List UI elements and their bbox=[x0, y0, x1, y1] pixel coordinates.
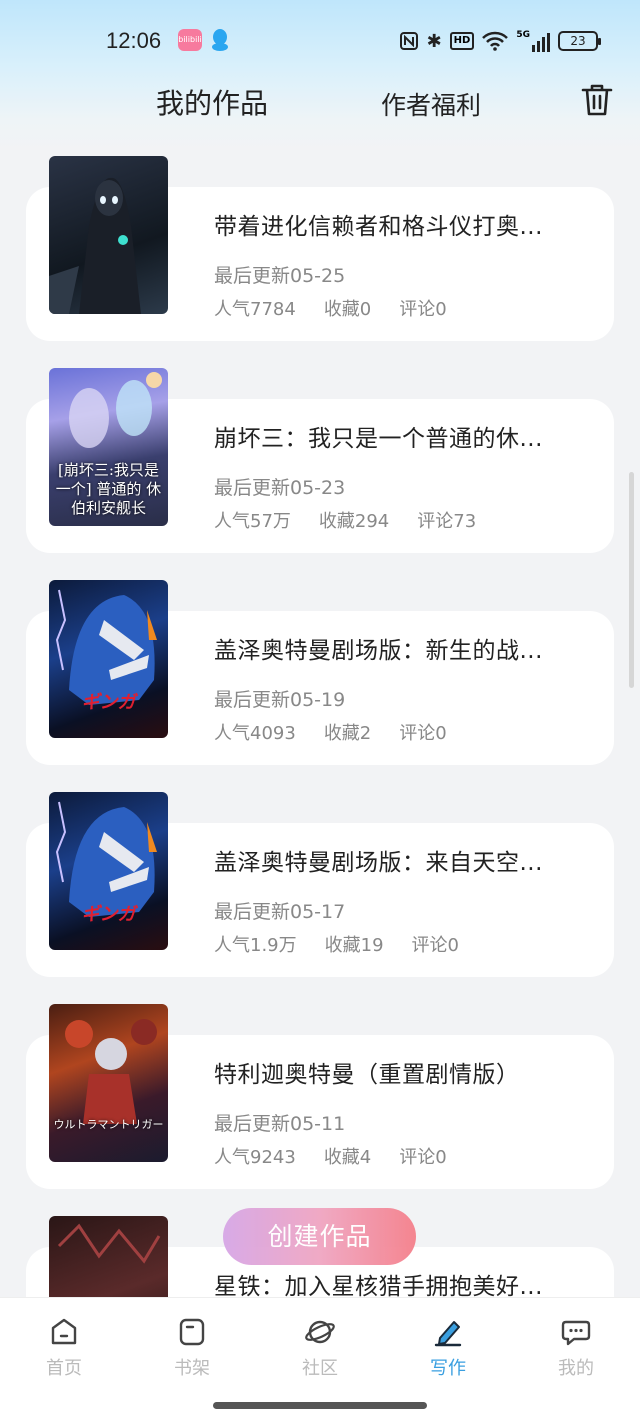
work-stats: 人气9243 收藏4 评论0 bbox=[214, 1143, 475, 1169]
status-bar: 12:06 bilibili ✱ HD 5G 23 bbox=[0, 0, 640, 80]
battery-icon: 23 bbox=[558, 31, 601, 51]
work-favorites: 收藏4 bbox=[323, 1147, 372, 1168]
tab-author-welfare[interactable]: 作者福利 bbox=[381, 86, 481, 122]
work-popularity: 人气1.9万 bbox=[214, 935, 297, 956]
bluetooth-icon: ✱ bbox=[426, 30, 442, 52]
cover-art bbox=[49, 177, 141, 314]
work-title: 盖泽奥特曼剧场版：新生的战... bbox=[214, 638, 543, 664]
work-stats: 人气7784 收藏0 评论0 bbox=[214, 295, 475, 321]
work-stats: 人气57万 收藏294 评论73 bbox=[214, 507, 504, 533]
pen-icon bbox=[434, 1321, 462, 1347]
work-favorites: 收藏294 bbox=[318, 511, 390, 532]
home-indicator[interactable] bbox=[213, 1402, 427, 1409]
work-title: 崩坏三：我只是一个普通的休... bbox=[214, 426, 543, 452]
tab-my-works[interactable]: 我的作品 bbox=[156, 82, 268, 122]
nfc-icon bbox=[399, 32, 418, 50]
work-title: 盖泽奥特曼剧场版：来自天空... bbox=[214, 850, 543, 876]
work-updated: 最后更新05-25 bbox=[214, 265, 346, 287]
work-comments: 评论0 bbox=[399, 723, 447, 744]
home-icon bbox=[51, 1318, 77, 1345]
status-icons: ✱ HD 5G 23 bbox=[399, 28, 601, 54]
work-comments: 评论73 bbox=[417, 511, 477, 532]
scrollbar[interactable] bbox=[629, 472, 634, 688]
create-work-button[interactable]: 创建作品 bbox=[223, 1208, 416, 1265]
nav-item-mine[interactable]: 我的 bbox=[536, 1316, 616, 1380]
signal-icon: 5G bbox=[516, 30, 550, 52]
nav-label: 社区 bbox=[302, 1358, 338, 1379]
nav-item-bookshelf[interactable]: 书架 bbox=[152, 1316, 232, 1380]
work-cover[interactable]: ギンガ bbox=[49, 580, 168, 738]
cover-title: ギンガ bbox=[81, 904, 136, 925]
work-title: 星铁：加入星核猎手拥抱美好... bbox=[214, 1274, 543, 1300]
work-popularity: 人气4093 bbox=[214, 723, 296, 744]
network-type: 5G bbox=[516, 30, 530, 40]
status-time: 12:06 bbox=[106, 28, 162, 53]
work-favorites: 收藏19 bbox=[324, 935, 384, 956]
chat-bubble-icon bbox=[561, 1320, 591, 1346]
work-favorites: 收藏0 bbox=[323, 299, 372, 320]
nav-item-write[interactable]: 写作 bbox=[408, 1316, 488, 1380]
work-updated: 最后更新05-11 bbox=[214, 1113, 346, 1135]
bookshelf-icon bbox=[179, 1318, 205, 1346]
work-cover[interactable]: ウルトラマントリガー bbox=[49, 1004, 168, 1162]
cover-title: ウルトラマントリガー bbox=[53, 1118, 164, 1131]
work-popularity: 人气7784 bbox=[214, 299, 296, 320]
cover-art bbox=[55, 801, 157, 917]
nav-label: 我的 bbox=[558, 1358, 594, 1379]
bilibili-app-icon: bilibili bbox=[178, 29, 202, 51]
nav-label: 写作 bbox=[430, 1358, 466, 1379]
work-title: 特利迦奥特曼（重置剧情版） bbox=[214, 1062, 520, 1088]
work-stats: 人气1.9万 收藏19 评论0 bbox=[214, 931, 487, 957]
nav-item-home[interactable]: 首页 bbox=[24, 1316, 104, 1380]
nav-label: 书架 bbox=[174, 1358, 210, 1379]
cover-art bbox=[65, 1019, 157, 1124]
cover-title: [崩坏三:我只是一个] 普通的 休伯利安舰长 bbox=[55, 461, 162, 517]
work-popularity: 人气57万 bbox=[214, 511, 291, 532]
work-cover[interactable]: [崩坏三:我只是一个] 普通的 休伯利安舰长 bbox=[49, 368, 168, 526]
cover-title: ギンガ bbox=[81, 692, 136, 713]
work-comments: 评论0 bbox=[411, 935, 459, 956]
work-comments: 评论0 bbox=[399, 299, 447, 320]
planet-icon bbox=[305, 1320, 335, 1344]
hd-badge: HD bbox=[449, 32, 475, 50]
work-comments: 评论0 bbox=[399, 1147, 447, 1168]
work-title: 带着进化信赖者和格斗仪打奥... bbox=[214, 214, 543, 240]
work-stats: 人气4093 收藏2 评论0 bbox=[214, 719, 475, 745]
wifi-icon bbox=[482, 31, 509, 51]
work-popularity: 人气9243 bbox=[214, 1147, 296, 1168]
work-cover[interactable]: ギンガ bbox=[49, 792, 168, 950]
work-updated: 最后更新05-19 bbox=[214, 689, 346, 711]
work-updated: 最后更新05-23 bbox=[214, 477, 346, 499]
nav-item-community[interactable]: 社区 bbox=[280, 1316, 360, 1380]
trash-icon[interactable] bbox=[580, 82, 614, 118]
work-updated: 最后更新05-17 bbox=[214, 901, 346, 923]
cover-art bbox=[55, 589, 157, 705]
cover-art bbox=[69, 372, 162, 448]
work-favorites: 收藏2 bbox=[323, 723, 372, 744]
qq-app-icon bbox=[212, 29, 228, 51]
nav-label: 首页 bbox=[46, 1358, 82, 1379]
work-cover[interactable] bbox=[49, 156, 168, 314]
